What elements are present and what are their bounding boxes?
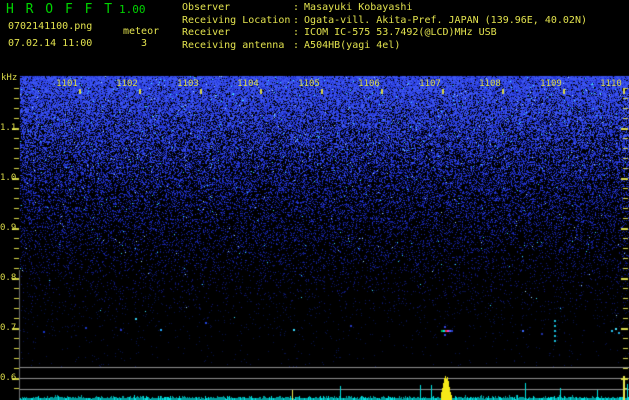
freq-axis-unit: kHz <box>1 73 18 83</box>
info-colon: : <box>293 2 300 13</box>
info-value: A504HB(yagi 4el) <box>304 39 401 51</box>
freq-tick-label: 0.6 <box>0 373 17 383</box>
time-tick-label: 1104 <box>237 79 259 89</box>
filename: 0702141100.png <box>8 21 93 32</box>
freq-tick-label: 0.7 <box>0 323 17 333</box>
time-tick-label: 1101 <box>56 79 78 89</box>
time-tick-label: 1108 <box>479 79 501 89</box>
time-tick-label: 1102 <box>116 79 138 89</box>
observer-info-row: Receiving antenna: A504HB(yagi 4el) <box>182 40 587 53</box>
app-title: H R O F F T <box>6 2 115 17</box>
freq-tick-label: 0.9 <box>0 223 17 233</box>
info-colon: : <box>293 39 300 51</box>
time-tick-label: 1110 <box>600 79 622 89</box>
info-label: Observer <box>182 2 231 13</box>
observer-info-row: Receiving Location: Ogata-vill. Akita-Pre… <box>182 15 587 28</box>
observation-mode: meteor <box>123 26 160 37</box>
freq-tick-label: 1.0 <box>0 173 17 183</box>
time-tick-label: 1105 <box>298 79 320 89</box>
info-colon: : <box>293 27 300 39</box>
info-value: Ogata-vill. Akita-Pref. JAPAN (139.96E, … <box>304 14 587 26</box>
hrofft-output-image: H R O F F T 1.00 0702141100.png meteor 0… <box>0 0 629 400</box>
info-value: Masayuki Kobayashi <box>304 2 413 13</box>
observation-datetime: 07.02.14 11:00 <box>8 38 93 49</box>
freq-tick-label: 0.8 <box>0 273 17 283</box>
observer-info-row: Receiver: ICOM IC-575 53.7492(@LCD)MHz US… <box>182 27 587 40</box>
info-colon: : <box>293 14 300 26</box>
time-tick-label: 1103 <box>177 79 199 89</box>
spectrogram-canvas <box>0 0 629 400</box>
info-label: Receiving antenna <box>182 39 285 51</box>
app-version: 1.00 <box>119 3 146 16</box>
time-tick-label: 1107 <box>419 79 441 89</box>
observer-info-block: Observer: Masayuki Kobayashi Receiving Lo… <box>182 2 587 52</box>
info-label: Receiving Location <box>182 14 291 26</box>
time-tick-label: 1106 <box>358 79 380 89</box>
freq-tick-label: 1.1 <box>0 123 17 133</box>
info-value: ICOM IC-575 53.7492(@LCD)MHz USB <box>304 27 497 39</box>
observer-info-row: Observer: Masayuki Kobayashi <box>182 2 587 15</box>
echo-count: 3 <box>141 38 148 49</box>
info-label: Receiver <box>182 27 231 39</box>
time-tick-label: 1109 <box>540 79 562 89</box>
